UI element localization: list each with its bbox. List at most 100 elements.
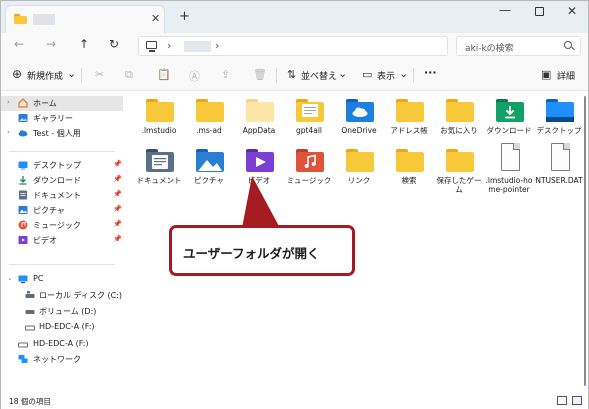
- chevron-right-icon[interactable]: ›: [215, 39, 219, 52]
- cut-icon[interactable]: ✂: [95, 68, 104, 81]
- file-item-music[interactable]: ミュージック: [283, 141, 335, 203]
- refresh-button[interactable]: ↻: [109, 37, 119, 51]
- search-placeholder: aki-kの検索: [465, 44, 514, 54]
- chevron-down-icon: ⌄: [399, 67, 409, 80]
- folder-icon: [396, 99, 424, 123]
- chevron-down-icon[interactable]: ⌄: [7, 274, 13, 282]
- folder-icon: [396, 149, 424, 173]
- share-icon[interactable]: ⇪: [221, 68, 230, 81]
- documents-folder-icon: [146, 149, 174, 173]
- details-view-icon[interactable]: [557, 396, 567, 405]
- sidebar-item-drive-f-root[interactable]: HD-EDC-A (F:): [1, 337, 123, 352]
- address-bar[interactable]: › ›: [138, 36, 448, 56]
- forward-button[interactable]: →: [46, 37, 56, 51]
- close-button[interactable]: ✕: [567, 4, 577, 18]
- pin-icon[interactable]: 📌: [113, 175, 122, 183]
- pin-icon[interactable]: 📌: [113, 235, 122, 243]
- command-bar: ⊕ 新規作成 ⌄ ✂ ⧉ 📋 Ⓐ ⇪ 🗑 ⇅ 並べ替え ⌄ ▭ 表示 ⌄ ···…: [1, 60, 588, 91]
- sidebar-item-desktop[interactable]: デスクトップ 📌: [1, 158, 123, 173]
- new-tab-button[interactable]: +: [179, 9, 190, 24]
- copy-icon[interactable]: ⧉: [125, 68, 133, 82]
- sidebar-item-pc[interactable]: ⌄ PC: [1, 272, 123, 287]
- paste-icon[interactable]: 📋: [157, 68, 171, 81]
- file-item-links[interactable]: リンク: [333, 141, 385, 203]
- item-count: 18 個の項目: [9, 397, 51, 406]
- delete-icon[interactable]: 🗑: [253, 68, 267, 81]
- navigation-pane: › ホーム ギャラリー › Test - 個人用 デスクトップ 📌 ダウンロード…: [1, 91, 123, 391]
- videos-icon: [18, 236, 28, 244]
- file-name: ドキュメント: [136, 176, 182, 185]
- search-icon: [564, 41, 572, 49]
- pictures-folder-icon: [196, 149, 224, 173]
- sidebar-item-drive-f[interactable]: HD-EDC-A (F:): [1, 320, 123, 335]
- details-button[interactable]: 詳細: [557, 69, 575, 82]
- rename-icon[interactable]: Ⓐ: [189, 68, 200, 84]
- pin-icon[interactable]: 📌: [113, 205, 122, 213]
- sidebar-item-label: ピクチャ: [33, 206, 65, 215]
- sidebar-item-downloads[interactable]: ダウンロード 📌: [1, 173, 123, 188]
- file-item-saved-games[interactable]: 保存したゲーム: [433, 141, 485, 203]
- file-item-lmstudio-home-pointer[interactable]: .lmstudio-home-pointer: [483, 141, 535, 203]
- minimize-button[interactable]: —: [499, 3, 511, 17]
- sidebar-item-documents[interactable]: ドキュメント 📌: [1, 188, 123, 203]
- large-icons-view-icon[interactable]: [572, 396, 582, 405]
- sidebar-item-gallery[interactable]: ギャラリー: [1, 111, 123, 126]
- sidebar-item-label: Test - 個人用: [33, 129, 81, 138]
- sidebar-item-network[interactable]: ネットワーク: [1, 352, 123, 367]
- file-name: ダウンロード: [486, 126, 532, 135]
- desktop-folder-icon: [546, 99, 574, 123]
- sidebar-divider: [9, 264, 115, 265]
- pin-icon[interactable]: 📌: [113, 220, 122, 228]
- sidebar-item-label: デスクトップ: [33, 161, 81, 170]
- drive-icon: [25, 325, 35, 331]
- file-icon: [546, 143, 574, 173]
- file-name: .lmstudio-home-pointer: [485, 176, 533, 194]
- maximize-button[interactable]: [535, 7, 544, 16]
- file-item-pictures[interactable]: ピクチャ: [183, 141, 235, 203]
- sidebar-item-label: ギャラリー: [33, 114, 73, 123]
- new-button[interactable]: 新規作成: [27, 69, 63, 82]
- sidebar-item-videos[interactable]: ビデオ 📌: [1, 233, 123, 248]
- navigation-bar: ← → ↑ ↻ › › aki-kの検索: [1, 33, 588, 60]
- pc-icon: [146, 41, 157, 49]
- sort-button[interactable]: 並べ替え: [301, 69, 337, 82]
- videos-folder-icon: [246, 149, 274, 173]
- chevron-right-icon[interactable]: ›: [7, 128, 10, 136]
- download-icon: [19, 176, 27, 185]
- tab-close-icon[interactable]: ✕: [151, 12, 160, 25]
- sidebar-item-drive-c[interactable]: ローカル ディスク (C:): [1, 288, 123, 303]
- home-icon: [18, 98, 28, 108]
- pc-icon: [18, 275, 28, 284]
- chevron-right-icon[interactable]: ›: [167, 39, 171, 52]
- sidebar-item-home[interactable]: › ホーム: [1, 96, 123, 111]
- back-button[interactable]: ←: [14, 37, 24, 51]
- tab-user-folder[interactable]: ✕: [5, 5, 165, 33]
- callout-text: ユーザーフォルダが開く: [183, 246, 320, 261]
- scrollbar[interactable]: [584, 96, 586, 386]
- sidebar-item-drive-d[interactable]: ボリューム (D:): [1, 304, 123, 319]
- sidebar-item-pictures[interactable]: ピクチャ 📌: [1, 203, 123, 218]
- more-options-button[interactable]: ···: [424, 66, 437, 79]
- file-item-documents[interactable]: ドキュメント: [133, 141, 185, 203]
- drive-icon: [25, 291, 35, 298]
- file-item-ntuser-dat[interactable]: NTUSER.DAT: [533, 141, 585, 203]
- sidebar-item-onedrive[interactable]: › Test - 個人用: [1, 126, 123, 141]
- chevron-right-icon[interactable]: ›: [7, 98, 10, 106]
- file-item-searches[interactable]: 検索: [383, 141, 435, 203]
- sidebar-item-label: ドキュメント: [33, 191, 81, 200]
- cloud-icon: [18, 130, 28, 137]
- drive-icon: [18, 342, 28, 348]
- network-icon: [18, 355, 28, 363]
- view-button[interactable]: 表示: [377, 69, 395, 82]
- up-button[interactable]: ↑: [79, 37, 89, 51]
- file-name: ミュージック: [286, 176, 332, 185]
- file-name: リンク: [347, 176, 371, 185]
- file-icon: [496, 143, 524, 173]
- pin-icon[interactable]: 📌: [113, 190, 122, 198]
- search-input[interactable]: aki-kの検索: [456, 36, 581, 56]
- pin-icon[interactable]: 📌: [113, 160, 122, 168]
- breadcrumb-redacted[interactable]: [184, 41, 211, 52]
- folder-icon: [346, 149, 374, 173]
- sidebar-item-music[interactable]: ミュージック 📌: [1, 218, 123, 233]
- chevron-down-icon: ⌄: [338, 67, 348, 80]
